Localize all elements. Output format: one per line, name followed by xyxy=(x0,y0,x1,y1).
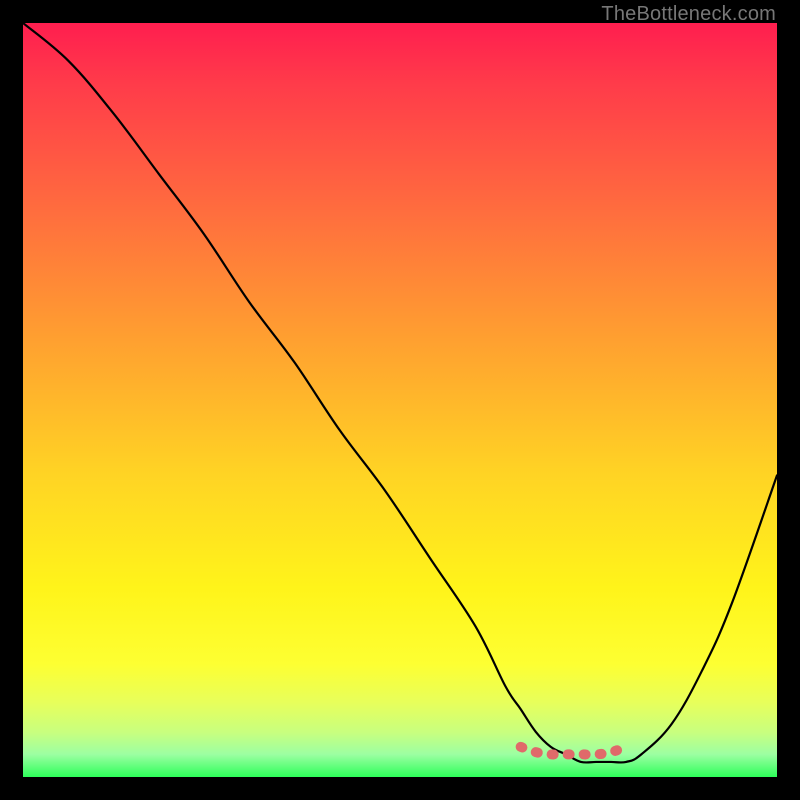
curve-svg xyxy=(23,23,777,777)
chart-container: TheBottleneck.com xyxy=(0,0,800,800)
optimal-marker xyxy=(521,747,627,755)
bottleneck-curve xyxy=(23,23,777,763)
plot-area xyxy=(23,23,777,777)
